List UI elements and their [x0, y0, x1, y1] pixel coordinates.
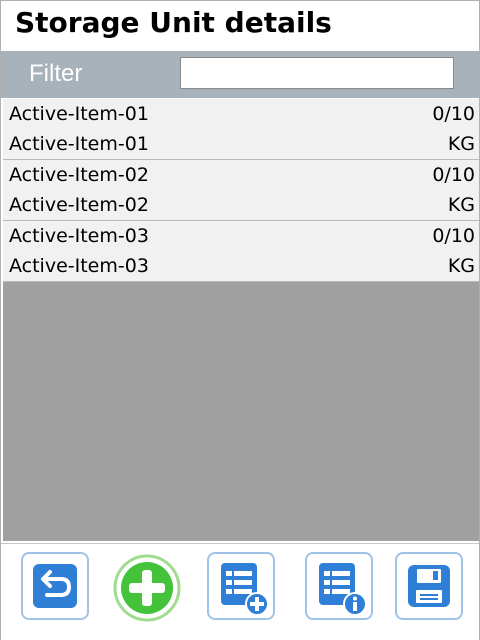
- add-to-list-button[interactable]: [207, 552, 275, 620]
- item-name: Active-Item-03: [9, 225, 149, 247]
- filter-label: Filter: [29, 60, 83, 87]
- item-name: Active-Item-01: [9, 103, 149, 125]
- save-disk-icon: [408, 565, 450, 607]
- list-add-icon: [221, 563, 269, 616]
- title-bar: Storage Unit details: [1, 1, 479, 49]
- item-unit: KG: [447, 194, 475, 216]
- list-item[interactable]: Active-Item-02 0/10 Active-Item-02 KG: [3, 160, 479, 221]
- add-button[interactable]: [113, 554, 181, 622]
- list-item[interactable]: Active-Item-01 0/10 Active-Item-01 KG: [3, 99, 479, 160]
- item-name: Active-Item-02: [9, 164, 149, 186]
- bottom-toolbar: [1, 543, 479, 640]
- back-button[interactable]: [21, 552, 89, 620]
- list-info-button[interactable]: [305, 552, 373, 620]
- filter-bar: Filter: [1, 51, 479, 98]
- save-button[interactable]: [395, 552, 463, 620]
- item-quantity: 0/10: [432, 225, 475, 247]
- item-description: Active-Item-02: [9, 194, 149, 216]
- page-title: Storage Unit details: [15, 6, 332, 39]
- list-item[interactable]: Active-Item-03 0/10 Active-Item-03 KG: [3, 221, 479, 282]
- item-unit: KG: [447, 255, 475, 277]
- item-unit: KG: [447, 133, 475, 155]
- filter-input[interactable]: [180, 57, 454, 89]
- storage-unit-screen: Storage Unit details Filter Active-Item-…: [0, 0, 480, 640]
- item-description: Active-Item-01: [9, 133, 149, 155]
- item-description: Active-Item-03: [9, 255, 149, 277]
- item-quantity: 0/10: [432, 103, 475, 125]
- item-quantity: 0/10: [432, 164, 475, 186]
- item-list[interactable]: Active-Item-01 0/10 Active-Item-01 KG Ac…: [3, 99, 479, 541]
- list-info-icon: [319, 563, 367, 616]
- add-circle-icon: [113, 554, 181, 622]
- back-arrow-icon: [33, 564, 77, 608]
